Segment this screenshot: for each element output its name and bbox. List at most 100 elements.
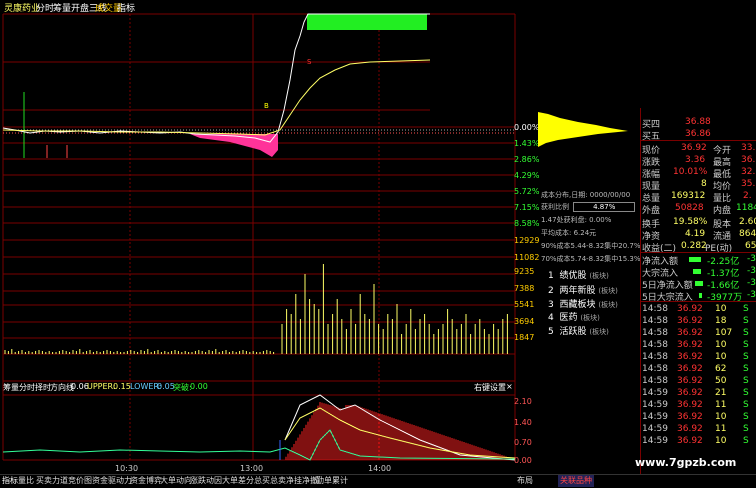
- quote-panel: 买四 36.88 买五 36.86 现价 36.92 今开 33. 涨跌 3.3…: [640, 108, 756, 474]
- stock-name: 灵康药业: [4, 4, 41, 14]
- flow-bar: [699, 293, 702, 298]
- close-indicator-icon[interactable]: ×: [506, 382, 513, 391]
- trade-volume: 10: [715, 436, 727, 446]
- tab-layout[interactable]: 布局: [515, 475, 535, 487]
- trade-direction: S: [743, 424, 749, 434]
- trade-price: 36.92: [677, 328, 703, 338]
- trade-row: 14:58 36.92 62 S: [641, 364, 756, 376]
- pe-ratio: 65: [745, 241, 756, 251]
- trade-direction: S: [743, 388, 749, 398]
- upper-value: 0.15: [113, 382, 131, 391]
- sector-item[interactable]: 3 西藏板块 (板块): [548, 297, 618, 310]
- float-shares: 8645: [739, 229, 756, 239]
- upper-label: UPPER:: [87, 382, 116, 391]
- eps: 0.282: [681, 241, 707, 251]
- time-tick: 13:00: [240, 464, 264, 473]
- price-grid: [2, 13, 516, 461]
- trade-price: 36.92: [677, 412, 703, 422]
- pct-tick: 8.58%: [514, 219, 540, 228]
- vol-tick: 1847: [514, 333, 535, 342]
- trade-time: 14:59: [642, 424, 668, 434]
- trade-direction: S: [743, 436, 749, 446]
- tab-total-buy-sell[interactable]: 总买总卖: [252, 475, 288, 487]
- trade-volume: 10: [715, 412, 727, 422]
- trade-row: 14:58 36.92 50 S: [641, 376, 756, 388]
- tab-order-accum[interactable]: 勤单累计: [314, 475, 350, 487]
- ind-tick: 0.00: [514, 456, 532, 465]
- trade-volume: 21: [715, 388, 727, 398]
- flow-tail: -3: [747, 266, 756, 276]
- vol-tick: 7388: [514, 284, 535, 293]
- ind-tick: 2.10: [514, 397, 532, 406]
- vol-tick: 5541: [514, 300, 535, 309]
- trade-time: 14:58: [642, 340, 668, 350]
- low-price: 32.: [741, 167, 756, 177]
- outer-volume: 50828: [675, 203, 704, 213]
- vol-tick: 9235: [514, 267, 535, 276]
- tab-volume-ratio[interactable]: 量比: [16, 475, 36, 487]
- last-price: 36.92: [681, 143, 707, 153]
- sector-item[interactable]: 2 两年新股 (板块): [548, 283, 618, 296]
- chip-distribution-chart: [538, 112, 628, 147]
- quote-table: 现价 36.92 今开 33. 涨跌 3.36 最高 36. 涨幅 10.01%…: [641, 140, 756, 254]
- net-assets: 4.19: [685, 229, 706, 239]
- trade-direction: S: [743, 304, 749, 314]
- tab-intraday[interactable]: 分时: [36, 1, 54, 14]
- tab-big-order-diff[interactable]: 大单差分: [220, 475, 256, 487]
- trade-price: 36.92: [677, 340, 703, 350]
- tab-change-cause[interactable]: 涨跌动因: [188, 475, 224, 487]
- sector-item[interactable]: 5 活跃股 (板块): [548, 324, 609, 337]
- pct-tick: 4.29%: [514, 171, 540, 180]
- trade-direction: S: [743, 364, 749, 374]
- trade-price: 36.92: [677, 352, 703, 362]
- indicator-histogram: [285, 402, 515, 460]
- trade-volume: 62: [715, 364, 727, 374]
- change-pct: 10.01%: [673, 167, 708, 177]
- order-price: 36.86: [685, 129, 711, 139]
- trade-time: 14:58: [642, 316, 668, 326]
- profit-ratio-label: 获利比例: [541, 203, 569, 211]
- avg-cost: 平均成本: 6.24元: [541, 229, 597, 237]
- breakout-value: 0.00: [190, 382, 208, 391]
- profit-ratio-value: 4.87%: [573, 202, 636, 212]
- cost-70pct: 70%成本5.74-8.32集中15.3%: [541, 255, 641, 263]
- trade-time: 14:58: [642, 364, 668, 374]
- volume-bars: [4, 264, 508, 354]
- trade-price: 36.92: [677, 376, 703, 386]
- tick-trades: 14:58 36.92 10 S 14:58 36.92 18 S 14:58 36.92 107 S…: [641, 301, 756, 462]
- tab-related[interactable]: 关联品种: [558, 475, 594, 487]
- trade-time: 14:58: [642, 352, 668, 362]
- pct-tick: 1.43%: [514, 139, 540, 148]
- order-book: 买四 36.88 买五 36.86: [641, 108, 756, 142]
- trade-time: 14:59: [642, 400, 668, 410]
- trade-direction: S: [743, 400, 749, 410]
- trade-direction: S: [743, 352, 749, 362]
- trade-direction: S: [743, 316, 749, 326]
- trade-row: 14:59 36.92 21 S: [641, 388, 756, 400]
- total-shares: 2.60: [739, 217, 756, 227]
- money-flow: 净流入额 -2.25亿 -3 大宗流入 -1.37亿 -3 5日净流入额 -1.…: [641, 252, 756, 303]
- flow-tail: -3: [747, 254, 756, 264]
- below-avg-area: [190, 134, 278, 157]
- sector-item[interactable]: 1 绩优股 (板块): [548, 268, 609, 281]
- trade-direction: S: [743, 340, 749, 350]
- trade-volume: 11: [715, 424, 727, 434]
- right-click-settings[interactable]: 右键设置: [474, 382, 506, 393]
- trade-volume: 107: [715, 328, 733, 338]
- trade-time: 14:59: [642, 388, 668, 398]
- sell-signal-mark: S: [307, 58, 312, 66]
- vol-tick: 11082: [514, 253, 540, 262]
- volume-ratio: 2.: [743, 191, 752, 201]
- trade-direction: S: [743, 376, 749, 386]
- trade-row: 14:58 36.92 10 S: [641, 352, 756, 364]
- order-price: 36.88: [685, 117, 711, 127]
- ind-tick: 1.40: [514, 418, 532, 427]
- indicator-title[interactable]: 筹量分时择时: [3, 382, 51, 393]
- tab-buy-sell-force[interactable]: 买卖力道: [34, 475, 70, 487]
- trade-price: 36.92: [677, 304, 703, 314]
- watermark: www.7gpzb.com: [635, 456, 737, 469]
- trade-time: 14:59: [642, 412, 668, 422]
- pct-tick: 7.15%: [514, 203, 540, 212]
- sector-item[interactable]: 4 医药 (板块): [548, 310, 600, 323]
- indicator-header: 筹量分时择时 方向线 0.06 UPPER: 0.15 LOWER: 0.05 …: [0, 381, 515, 393]
